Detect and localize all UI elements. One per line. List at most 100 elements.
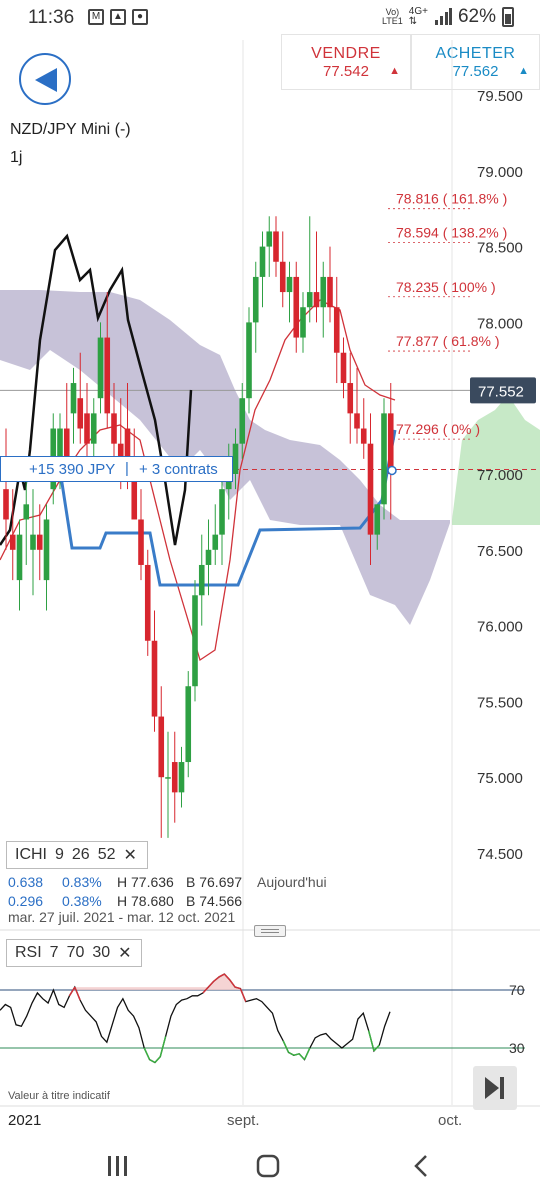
ichimoku-high: H 78.680: [117, 893, 174, 909]
candle-body: [306, 292, 313, 308]
candle-body: [205, 549, 212, 565]
rsi-oversold-segment: [154, 1056, 161, 1064]
candle-body: [273, 231, 279, 262]
candle-body: [111, 413, 117, 444]
price-axis-label: 75.500: [477, 694, 523, 711]
candle-body: [333, 307, 340, 353]
candle-body: [198, 564, 205, 596]
candle-body: [279, 261, 286, 293]
candle-body: [300, 307, 306, 338]
position-box[interactable]: +15 390 JPY | + 3 contrats: [0, 456, 233, 482]
recent-apps-icon[interactable]: [106, 1154, 130, 1178]
candle-body: [185, 686, 192, 763]
x-axis-label: 2021: [8, 1112, 42, 1129]
candle-body: [354, 413, 360, 429]
candle-body: [347, 383, 354, 414]
pane-resize-handle[interactable]: [254, 925, 286, 937]
chart-period[interactable]: 1j: [10, 149, 22, 167]
candle-body: [232, 443, 239, 474]
ichimoku-future-cloud: [452, 395, 540, 525]
candle-body: [192, 595, 198, 687]
price-axis-label: 79.500: [477, 88, 523, 105]
candle-body: [90, 413, 97, 444]
rsi-oversold-segment: [159, 1036, 167, 1057]
rsi-param: 70: [66, 944, 85, 961]
candle-body: [70, 383, 77, 414]
price-axis-label: 79.000: [477, 164, 523, 181]
candle-body: [259, 246, 266, 277]
fibonacci-label: 78.594 ( 138.2% ): [396, 224, 507, 240]
ichimoku-indicator-chip[interactable]: ICHI 9 26 52 ✕: [6, 841, 148, 869]
play-button[interactable]: [473, 1066, 517, 1110]
ichimoku-value: 0.296: [8, 893, 44, 909]
rsi-oversold-segment: [143, 1047, 151, 1060]
candle-body: [77, 398, 84, 429]
rsi-upper-label: 70: [509, 982, 525, 998]
price-axis-label: 75.000: [477, 770, 523, 787]
rsi-oversold-segment: [149, 1058, 156, 1064]
date-range: mar. 27 juil. 2021 - mar. 12 oct. 2021: [8, 909, 236, 925]
ichimoku-value: 0.38%: [62, 893, 102, 909]
rsi-param: 7: [49, 944, 59, 961]
rsi-oversold-segment: [303, 1047, 311, 1060]
candle-body: [381, 413, 387, 505]
candle-body: [340, 352, 347, 384]
position-marker: [387, 465, 397, 476]
price-chart[interactable]: 78.816 ( 161.8% ) 78.594 ( 138.2% ) 78.235…: [0, 0, 540, 1140]
candle-body: [30, 534, 36, 550]
current-price-label: 77.552: [478, 383, 524, 400]
price-axis-label: 76.500: [477, 543, 523, 560]
candle-body: [144, 564, 151, 641]
instrument-symbol: NZD/JPY Mini (-): [10, 121, 131, 138]
rsi-oversold-segment: [288, 1051, 295, 1056]
rsi-name: RSI: [15, 944, 42, 961]
ichimoku-low: B 76.697: [186, 874, 243, 890]
fibonacci-label: 77.296 ( 0% ): [396, 421, 480, 437]
candle-body: [266, 231, 273, 247]
price-axis-label: 77.000: [477, 467, 523, 484]
candle-body: [387, 413, 394, 474]
candle-body: [360, 428, 367, 444]
candle-body: [212, 534, 219, 550]
ichimoku-value: 0.83%: [62, 874, 102, 890]
close-icon[interactable]: ✕: [124, 845, 137, 865]
candle-body: [16, 534, 23, 581]
rsi-indicator-chip[interactable]: RSI 7 70 30 ✕: [6, 939, 142, 967]
x-axis-label: sept.: [227, 1112, 260, 1129]
candle-body: [313, 292, 320, 308]
back-nav-icon[interactable]: [410, 1154, 434, 1178]
candle-body: [104, 337, 111, 414]
candle-body: [293, 276, 300, 338]
ichimoku-note: Aujourd'hui: [257, 874, 327, 890]
candle-body: [286, 276, 293, 293]
ichimoku-value: 0.638: [8, 874, 44, 890]
candle-body: [158, 716, 165, 778]
candle-body: [138, 519, 144, 565]
price-axis-label: 78.500: [477, 240, 523, 257]
ichimoku-name: ICHI: [15, 846, 47, 863]
candle-body: [165, 777, 171, 779]
candle-body: [367, 443, 374, 535]
candle-body: [246, 322, 252, 399]
candle-body: [43, 519, 50, 581]
skip-to-end-icon: [485, 1077, 504, 1099]
rsi-lower-label: 30: [509, 1040, 525, 1056]
home-icon[interactable]: [256, 1154, 280, 1178]
x-axis-label: oct.: [438, 1112, 463, 1129]
position-divider: |: [125, 460, 129, 477]
close-icon[interactable]: ✕: [118, 943, 131, 963]
price-axis-label: 78.000: [477, 315, 523, 332]
candle-body: [36, 534, 43, 550]
ichimoku-param: 9: [55, 846, 64, 863]
fibonacci-label: 78.816 ( 161.8% ): [396, 191, 507, 207]
price-axis-label: 76.000: [477, 619, 523, 636]
candle-body: [23, 504, 30, 520]
ichimoku-low: B 74.566: [186, 893, 243, 909]
rsi-param: 30: [92, 944, 111, 961]
position-pnl: +15 390 JPY: [29, 461, 116, 478]
candle-body: [252, 276, 259, 323]
position-contracts: + 3 contrats: [139, 461, 218, 478]
rsi-overbought-fill: [74, 974, 241, 990]
android-nav-bar: [0, 1140, 540, 1200]
candle-body: [171, 762, 178, 793]
